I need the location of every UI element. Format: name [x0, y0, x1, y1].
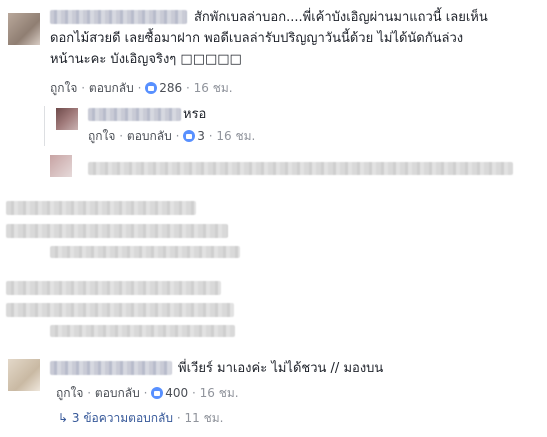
timestamp[interactable]: 16 ชม. [200, 386, 239, 400]
separator: · [208, 129, 213, 143]
reply-link[interactable]: ตอบกลับ [127, 129, 172, 143]
separator: · [185, 81, 190, 95]
comment-actions: ถูกใจ · ตอบกลับ · 286 · 16 ชม. [50, 81, 233, 96]
comment-actions: ถูกใจ · ตอบกลับ · 400 · 16 ชม. [56, 386, 239, 401]
redacted-comment-line [6, 224, 228, 238]
comment-text-line-2: ดอกไม้สวยดี เลยซื้อมาฝาก พอดีเบลล่ารับปร… [50, 31, 464, 46]
timestamp: 11 ชม. [184, 411, 224, 425]
separator: · [176, 411, 181, 425]
like-link[interactable]: ถูกใจ [50, 81, 77, 95]
reply-name-redacted[interactable] [88, 108, 181, 121]
commenter-avatar[interactable] [8, 359, 40, 391]
redacted-comment-line [6, 303, 234, 317]
redacted-reply-avatar[interactable] [50, 155, 72, 177]
timestamp[interactable]: 16 ชม. [194, 81, 233, 95]
redacted-comment-line [6, 281, 221, 295]
comment-text-line-3: หน้านะคะ บังเอิญจริงๆ □□□□□ [50, 52, 242, 67]
redacted-reply-text [88, 162, 513, 175]
separator: · [191, 386, 196, 400]
like-link[interactable]: ถูกใจ [56, 386, 83, 400]
reply-arrow-icon: ↳ [58, 411, 69, 425]
view-replies-link[interactable]: 3 ข้อความตอบกลับ [72, 411, 173, 425]
reply-link[interactable]: ตอบกลับ [95, 386, 140, 400]
commenter-name-redacted[interactable] [50, 361, 172, 375]
like-icon [145, 82, 158, 94]
comment-text-line-1: สักพักเบลล่าบอก....พี่เค้าบังเอิญผ่านมาแ… [194, 10, 488, 25]
redacted-comment-line [6, 201, 196, 215]
reply-actions: ถูกใจ · ตอบกลับ · 3 · 16 ชม. [88, 129, 255, 144]
redacted-comment-line [50, 325, 235, 337]
commenter-name-redacted[interactable] [50, 10, 187, 24]
commenter-avatar[interactable] [8, 13, 40, 45]
like-icon [183, 130, 196, 142]
comment-text: พี่เวียร์ มาเองค่ะ ไม่ได้ชวน // มองบน [178, 361, 384, 376]
like-link[interactable]: ถูกใจ [88, 129, 115, 143]
like-icon [151, 387, 164, 399]
timestamp[interactable]: 16 ชม. [216, 129, 255, 143]
like-count[interactable]: 286 [159, 81, 182, 95]
like-count[interactable]: 400 [165, 386, 188, 400]
separator: · [175, 129, 180, 143]
separator: · [87, 386, 92, 400]
reply-link[interactable]: ตอบกลับ [89, 81, 134, 95]
like-count[interactable]: 3 [197, 129, 205, 143]
reply-thread-line [44, 106, 45, 146]
separator: · [143, 386, 148, 400]
view-replies[interactable]: ↳ 3 ข้อความตอบกลับ · 11 ชม. [58, 411, 223, 426]
separator: · [119, 129, 124, 143]
reply-text: หรอ [183, 107, 207, 122]
separator: · [137, 81, 142, 95]
redacted-comment-line [50, 246, 240, 258]
reply-avatar[interactable] [56, 108, 78, 130]
separator: · [81, 81, 86, 95]
